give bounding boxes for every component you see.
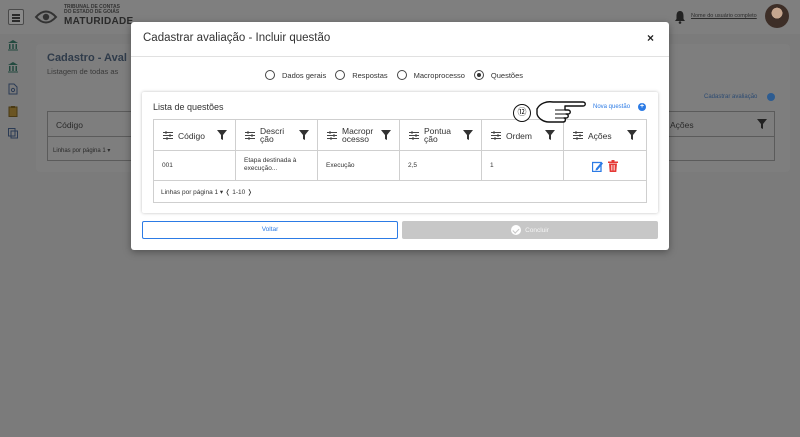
add-icon[interactable]: + bbox=[638, 103, 646, 111]
funnel-icon[interactable] bbox=[299, 130, 309, 140]
divider bbox=[131, 56, 669, 57]
pagination[interactable]: Linhas por página 1 ▾ ❬ 1-10 ❭ bbox=[161, 188, 253, 196]
funnel-icon[interactable] bbox=[545, 130, 555, 140]
funnel-icon[interactable] bbox=[463, 130, 473, 140]
sliders-icon bbox=[245, 131, 255, 140]
cadastrar-avaliacao-link[interactable]: Cadastrar avaliação bbox=[704, 94, 757, 100]
modal-title: Cadastrar avaliação - Incluir questão bbox=[143, 32, 331, 44]
funnel-icon[interactable] bbox=[217, 130, 227, 140]
page-title: Cadastro - Aval bbox=[47, 52, 127, 64]
col-label: Código bbox=[178, 131, 205, 141]
voltar-button[interactable]: Voltar bbox=[142, 221, 398, 239]
radio-respostas[interactable]: Respostas bbox=[335, 70, 388, 80]
background-col-acoes: Ações bbox=[670, 120, 694, 130]
sliders-icon bbox=[163, 131, 173, 140]
cell-text: Etapa destinada à bbox=[244, 157, 297, 164]
col-pontuacao[interactable]: Pontua ção bbox=[400, 120, 482, 151]
concluir-button[interactable]: Concluir bbox=[402, 221, 658, 239]
step-radio-group: Dados gerais Respostas Macroprocesso Que… bbox=[265, 69, 532, 81]
sliders-icon bbox=[573, 131, 583, 140]
user-name-link[interactable]: Nome do usuário completo bbox=[691, 13, 757, 19]
app-logo: TRIBUNAL DE CONTAS DO ESTADO DE GOIÁS MA… bbox=[34, 4, 144, 30]
cell-codigo: 001 bbox=[154, 151, 236, 181]
sliders-icon bbox=[491, 131, 501, 140]
background-col-codigo: Código bbox=[56, 120, 83, 130]
plus-icon[interactable] bbox=[767, 93, 775, 101]
close-icon[interactable]: × bbox=[647, 31, 654, 45]
background-pager: Linhas por página 1 ▾ bbox=[53, 148, 111, 154]
cell-text: 2,5 bbox=[408, 162, 418, 169]
radio-label: Respostas bbox=[352, 70, 388, 80]
funnel-icon[interactable] bbox=[627, 130, 637, 140]
radio-label: Questões bbox=[490, 70, 524, 80]
funnel-icon[interactable] bbox=[381, 130, 391, 140]
radio-button[interactable] bbox=[335, 70, 346, 80]
col-descricao[interactable]: Descri ção bbox=[236, 120, 318, 151]
funnel-icon[interactable] bbox=[757, 119, 767, 129]
col-macroprocesso[interactable]: Macropr ocesso bbox=[318, 120, 400, 151]
radio-button[interactable] bbox=[396, 70, 407, 80]
institution-icon[interactable] bbox=[7, 61, 19, 73]
radio-button[interactable] bbox=[265, 70, 275, 80]
radio-macroprocesso[interactable]: Macroprocesso bbox=[396, 70, 465, 80]
bell-icon[interactable] bbox=[674, 10, 686, 24]
page-subtitle: Listagem de todas as bbox=[47, 67, 119, 76]
col-label: Ordem bbox=[506, 131, 532, 141]
sidebar bbox=[0, 34, 26, 437]
cell-acoes bbox=[564, 151, 646, 181]
logo-title: MATURIDADE bbox=[64, 16, 134, 27]
cell-text: 001 bbox=[162, 162, 173, 169]
logo-mark-icon bbox=[34, 10, 58, 24]
radio-dados-gerais[interactable]: Dados gerais bbox=[265, 70, 326, 80]
incluir-questao-modal: Cadastrar avaliação - Incluir questão × … bbox=[131, 22, 669, 250]
cell-text-cont: execução... bbox=[244, 165, 278, 172]
col-label-cont: ção bbox=[260, 134, 274, 144]
cell-text: Execução bbox=[326, 162, 355, 169]
cell-text: 1 bbox=[490, 162, 494, 169]
table-row: 001 Etapa destinada à execução... Execuç… bbox=[154, 151, 646, 181]
list-title: Lista de questões bbox=[153, 102, 224, 112]
sliders-icon bbox=[327, 131, 337, 140]
copy-icon[interactable] bbox=[7, 127, 19, 139]
avatar[interactable] bbox=[765, 4, 789, 28]
bank-icon[interactable] bbox=[7, 39, 19, 51]
nova-questao-link[interactable]: Nova questão bbox=[593, 104, 630, 110]
sliders-icon bbox=[409, 131, 419, 140]
clipboard-icon[interactable] bbox=[7, 105, 19, 117]
cell-descricao: Etapa destinada à execução... bbox=[236, 151, 318, 181]
radio-button-selected[interactable] bbox=[473, 70, 484, 80]
radio-questoes[interactable]: Questões bbox=[473, 70, 524, 80]
pointing-hand-icon bbox=[536, 101, 586, 123]
cell-ordem: 1 bbox=[482, 151, 564, 181]
menu-icon[interactable] bbox=[8, 9, 24, 25]
document-search-icon[interactable] bbox=[7, 83, 19, 95]
col-label: Ações bbox=[588, 131, 612, 141]
radio-label: Macroprocesso bbox=[413, 70, 465, 80]
trash-icon[interactable] bbox=[608, 160, 618, 172]
logo-subtitle: TRIBUNAL DE CONTAS DO ESTADO DE GOIÁS bbox=[64, 4, 120, 15]
col-label-cont: ção bbox=[424, 134, 438, 144]
concluir-label: Concluir bbox=[525, 226, 549, 234]
cell-macroprocesso: Execução bbox=[318, 151, 400, 181]
edit-icon[interactable] bbox=[592, 161, 603, 172]
check-circle-icon bbox=[511, 225, 522, 235]
cell-pontuacao: 2,5 bbox=[400, 151, 482, 181]
radio-label: Dados gerais bbox=[282, 70, 327, 80]
questoes-table: Código Descri ção Macropr ocesso Pontua … bbox=[153, 119, 647, 203]
col-codigo[interactable]: Código bbox=[154, 120, 236, 151]
step-number-badge: ⑫ bbox=[513, 104, 531, 122]
col-label-cont: ocesso bbox=[342, 134, 369, 144]
